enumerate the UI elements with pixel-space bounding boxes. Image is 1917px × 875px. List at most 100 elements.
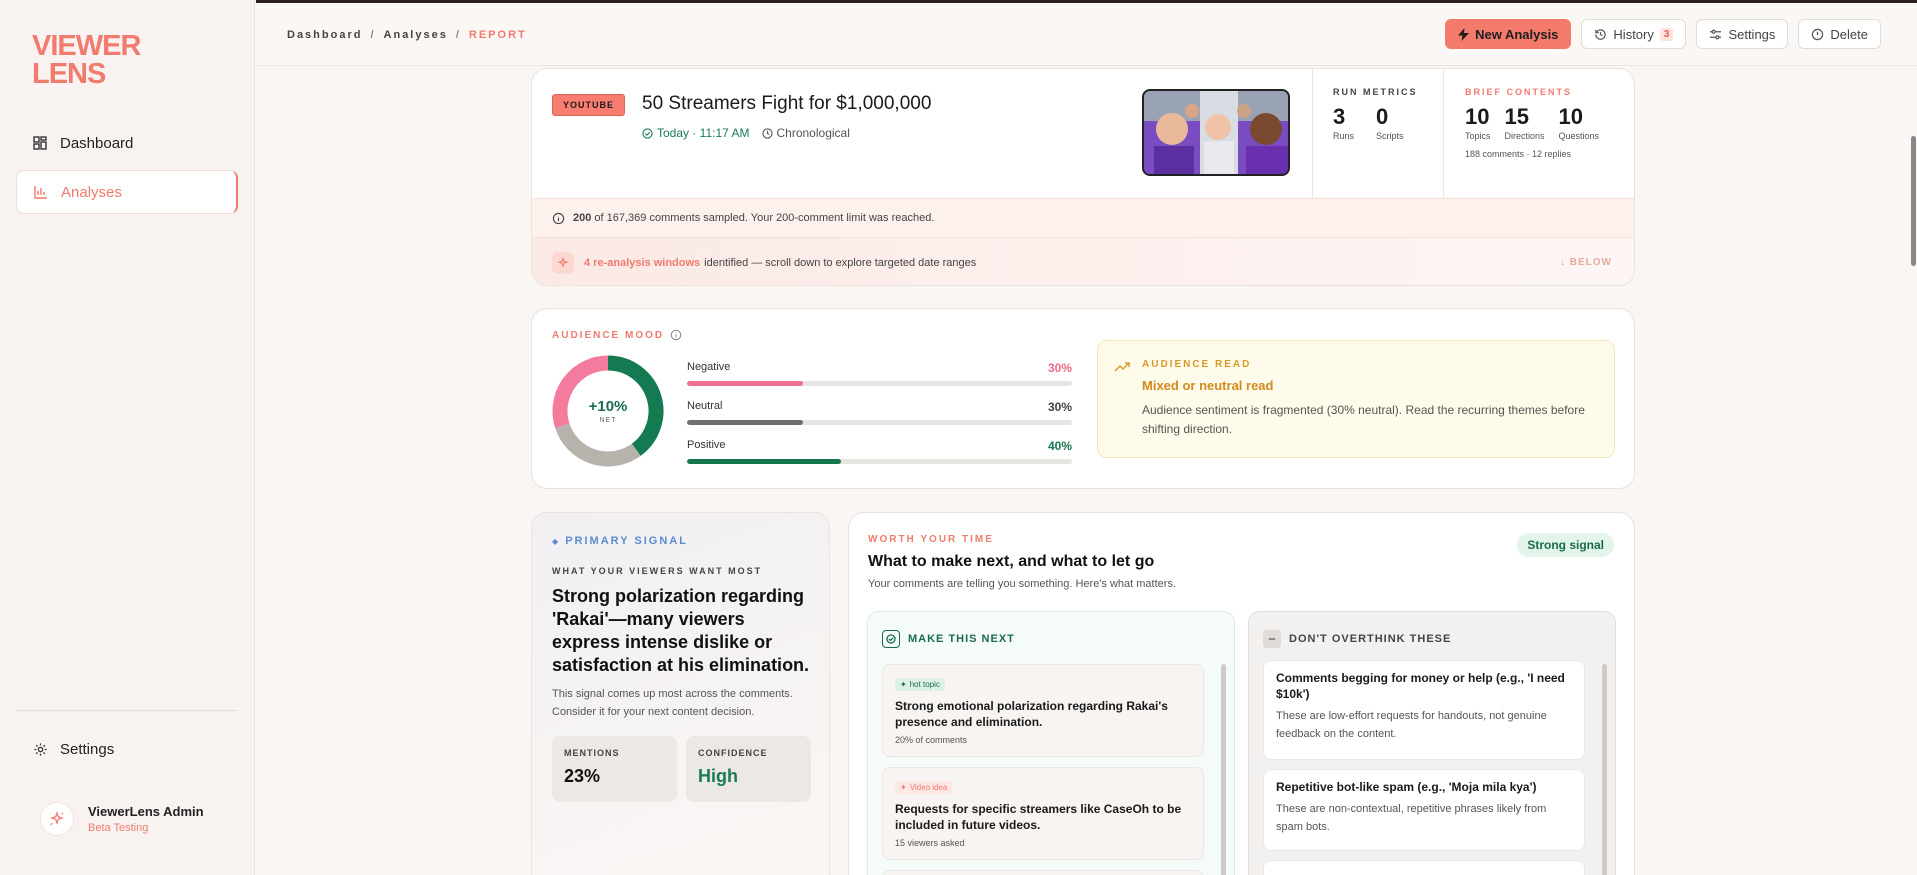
- list-item[interactable]: ✦ Video idea Requests for specific stream…: [882, 767, 1204, 860]
- trend-up-icon: [1114, 362, 1130, 372]
- grid-icon: [32, 135, 48, 151]
- new-analysis-button[interactable]: New Analysis: [1445, 19, 1572, 49]
- info-icon[interactable]: [670, 329, 682, 341]
- avatar: [40, 802, 74, 836]
- primary-signal-title: Strong polarization regarding 'Rakai'—ma…: [552, 586, 810, 675]
- signal-strength-badge: Strong signal: [1517, 533, 1614, 557]
- video-idea-tag: ✦ Video idea: [895, 781, 953, 794]
- scroll-below-link[interactable]: ↓ BELOW: [1560, 257, 1612, 268]
- platform-badge: YOUTUBE: [552, 94, 626, 116]
- check-square-icon: [882, 630, 900, 648]
- want-most-label: WHAT YOUR VIEWERS WANT MOST: [552, 566, 763, 576]
- reanalysis-count[interactable]: 4 re-analysis windows: [584, 257, 700, 269]
- audience-mood-label: AUDIENCE MOOD: [552, 329, 665, 341]
- audience-read-title: Mixed or neutral read: [1142, 378, 1274, 393]
- sparkle-icon: [50, 811, 64, 826]
- directions-value: 15: [1504, 104, 1529, 129]
- sentiment-bar-neutral: Neutral 30%: [687, 400, 1072, 425]
- make-this-next-column: MAKE THIS NEXT ✦ hot topic Strong emotion…: [867, 611, 1235, 875]
- worth-label: WORTH YOUR TIME: [868, 534, 994, 545]
- breadcrumb-dashboard[interactable]: Dashboard: [287, 29, 362, 41]
- list-item[interactable]: Repetitive bot-like spam (e.g., 'Moja mi…: [1263, 769, 1585, 851]
- worth-subtitle: Your comments are telling you something.…: [868, 578, 1176, 590]
- sidebar-item-analyses[interactable]: Analyses: [16, 170, 238, 214]
- runs-value: 3: [1333, 104, 1346, 129]
- brief-note: 188 comments · 12 replies: [1465, 149, 1572, 159]
- dont-overthink-column: DON'T OVERTHINK THESE Comments begging f…: [1248, 611, 1616, 875]
- topbar: Dashboard / Analyses / REPORT New Analysis H…: [256, 0, 1917, 66]
- primary-signal-body: This signal comes up most across the com…: [552, 688, 793, 718]
- settings-button[interactable]: Settings: [1696, 19, 1789, 49]
- check-circle-icon: [642, 127, 653, 139]
- user-role: Beta Testing: [88, 822, 149, 834]
- top-actions: New Analysis History 3 Settings Delete: [1445, 19, 1881, 49]
- info-circle-icon: [1812, 28, 1824, 40]
- sparkle-icon: ✦: [900, 783, 907, 792]
- breadcrumb-analyses[interactable]: Analyses: [384, 29, 448, 41]
- questions-value: 10: [1558, 104, 1584, 129]
- metrics-divider: [1312, 69, 1313, 199]
- user-name: ViewerLens Admin: [88, 804, 204, 819]
- negative-bar-fill: [687, 381, 803, 386]
- sidebar: VIEWER LENS Dashboard Analyses Settings …: [0, 0, 255, 875]
- info-icon: [552, 212, 565, 224]
- list-item[interactable]: Comments begging for money or help (e.g.…: [1263, 660, 1585, 760]
- column-scrollbar[interactable]: [1602, 664, 1607, 875]
- lightning-icon: [1458, 27, 1470, 41]
- audience-mood-card: AUDIENCE MOOD +10% NET Negative 30% Neutr…: [531, 308, 1635, 489]
- gear-icon: [32, 741, 48, 757]
- column-scrollbar[interactable]: [1221, 664, 1226, 875]
- history-icon: [1595, 28, 1607, 40]
- audience-read-box: AUDIENCE READ Mixed or neutral read Audi…: [1097, 340, 1615, 458]
- list-item[interactable]: [1263, 860, 1585, 875]
- worth-title: What to make next, and what to let go: [868, 553, 1155, 570]
- sentiment-bar-positive: Positive 40%: [687, 439, 1072, 464]
- scripts-value: 0: [1376, 104, 1389, 129]
- sentiment-bar-negative: Negative 30%: [687, 361, 1072, 386]
- sidebar-item-settings[interactable]: Settings: [16, 727, 238, 771]
- page-scrollbar-thumb[interactable]: [1911, 136, 1916, 266]
- user-profile[interactable]: ViewerLens Admin Beta Testing: [40, 802, 204, 836]
- video-thumbnail[interactable]: [1142, 89, 1290, 176]
- sample-notice: 200 of 167,369 comments sampled. Your 20…: [532, 198, 1634, 237]
- list-item[interactable]: [882, 870, 1204, 875]
- video-meta: Today · 11:17 AM Chronological: [642, 126, 850, 140]
- delete-button[interactable]: Delete: [1798, 19, 1881, 49]
- mentions-stat: MENTIONS 23%: [552, 736, 677, 802]
- bar-chart-icon: [33, 184, 49, 200]
- primary-signal-card: ◆ PRIMARY SIGNAL WHAT YOUR VIEWERS WANT …: [531, 512, 830, 875]
- dont-overthink-header: DON'T OVERTHINK THESE: [1263, 630, 1451, 648]
- neutral-bar-fill: [687, 420, 803, 425]
- hot-topic-tag: ✦ hot topic: [895, 678, 945, 691]
- sparkle-icon: ✦: [900, 680, 907, 689]
- video-order: Chronological: [761, 126, 850, 140]
- app-logo[interactable]: VIEWER LENS: [32, 32, 141, 89]
- diamond-icon: ◆: [552, 537, 561, 546]
- primary-signal-label: ◆ PRIMARY SIGNAL: [552, 535, 688, 547]
- run-metrics: RUN METRICS 3 Runs 0 Scripts: [1333, 87, 1418, 141]
- reanalysis-notice[interactable]: 4 re-analysis windows identified — scrol…: [532, 237, 1634, 285]
- topics-value: 10: [1465, 104, 1490, 129]
- breadcrumb-current: REPORT: [468, 29, 527, 41]
- clock-icon: [761, 127, 773, 139]
- history-button[interactable]: History 3: [1581, 19, 1687, 49]
- sidebar-item-label: Dashboard: [60, 134, 134, 152]
- breadcrumb: Dashboard / Analyses / REPORT: [287, 29, 527, 41]
- net-sentiment: +10% NET: [588, 398, 628, 424]
- page-scrollbar[interactable]: [1909, 66, 1917, 875]
- video-date: Today · 11:17 AM: [642, 126, 750, 140]
- report-header-card: YOUTUBE 50 Streamers Fight for $1,000,00…: [531, 68, 1635, 286]
- brief-contents: BRIEF CONTENTS 10 Topics 15 Directions 10 Q…: [1465, 87, 1600, 159]
- make-this-next-header: MAKE THIS NEXT: [882, 630, 1015, 648]
- worth-your-time-card: WORTH YOUR TIME What to make next, and w…: [848, 512, 1635, 875]
- sidebar-divider: [16, 710, 238, 711]
- minus-icon: [1263, 630, 1281, 648]
- sliders-icon: [1710, 29, 1722, 39]
- list-item[interactable]: ✦ hot topic Strong emotional polarization…: [882, 664, 1204, 757]
- sidebar-item-label: Settings: [60, 740, 115, 758]
- positive-bar-fill: [687, 459, 841, 464]
- audience-read-body: Audience sentiment is fragmented (30% ne…: [1142, 403, 1585, 436]
- sidebar-item-dashboard[interactable]: Dashboard: [16, 121, 238, 165]
- confidence-stat: CONFIDENCE High: [686, 736, 811, 802]
- history-count-badge: 3: [1659, 27, 1674, 41]
